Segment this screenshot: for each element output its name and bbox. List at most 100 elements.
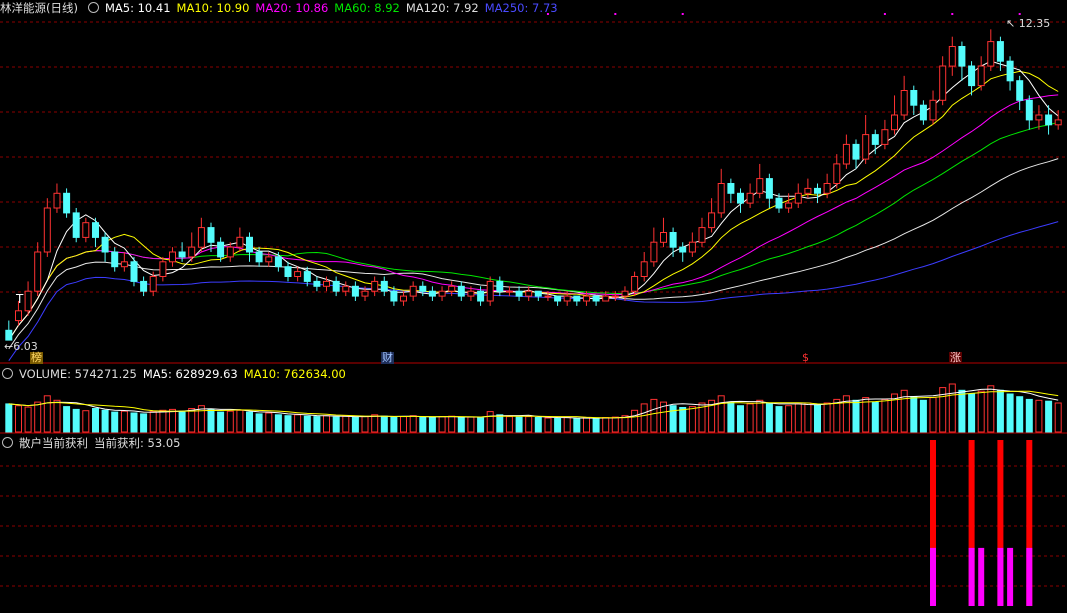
candle <box>1045 114 1053 126</box>
candle <box>140 280 148 292</box>
volume-bar <box>303 415 311 433</box>
volume-bar <box>958 389 966 433</box>
volume-bar <box>409 415 417 433</box>
candle <box>891 114 898 131</box>
volume-bar <box>814 404 821 433</box>
volume-bar <box>15 405 22 433</box>
volume-bar <box>929 397 937 433</box>
settings-icon[interactable] <box>87 2 99 13</box>
candle <box>111 251 119 268</box>
volume-bar <box>274 414 282 433</box>
volume-label: VOLUME: 574271.25 <box>19 367 137 381</box>
volume-bar <box>342 415 350 433</box>
chart-canvas[interactable] <box>0 0 1067 613</box>
high-price-label: ↖ 12.35 <box>1006 17 1051 30</box>
candle <box>34 251 42 292</box>
candle <box>332 280 340 292</box>
signal-dot <box>681 13 684 15</box>
candle <box>679 246 687 253</box>
candle <box>631 276 639 292</box>
volume-bar <box>265 412 273 433</box>
candle <box>72 212 80 238</box>
candle <box>1035 114 1043 121</box>
settings-icon[interactable] <box>2 368 13 379</box>
candle <box>939 65 947 101</box>
candle <box>919 104 927 121</box>
candle <box>130 261 138 282</box>
candle <box>207 227 215 243</box>
volume-bar <box>775 406 783 433</box>
volume-bar <box>573 417 581 433</box>
volume-bar <box>996 389 1004 433</box>
volume-bar <box>563 417 571 433</box>
candle <box>1054 119 1062 126</box>
candle <box>862 134 870 160</box>
signal-dot <box>951 13 954 15</box>
volume-header: VOLUME: 574271.25 MA5: 628929.63 MA10: 762… <box>0 366 352 382</box>
event-tag-bang[interactable]: 榜 <box>30 352 43 364</box>
signal-dot <box>1018 13 1021 15</box>
volume-bar <box>968 393 976 433</box>
volume-bar <box>554 417 562 433</box>
volume-bar <box>669 405 677 433</box>
candle <box>785 202 793 209</box>
settings-icon[interactable] <box>2 437 13 448</box>
candle <box>390 290 398 302</box>
candle <box>409 285 417 297</box>
candle <box>688 241 696 253</box>
candle <box>351 285 359 297</box>
volume-bar <box>438 416 446 433</box>
event-tag-cai[interactable]: 财 <box>381 352 394 364</box>
volume-bar <box>428 417 436 433</box>
candle <box>101 236 109 253</box>
candle <box>342 285 350 292</box>
candle <box>756 178 764 194</box>
volume-bar <box>496 414 504 433</box>
high-arrow-icon: ↖ <box>1006 17 1016 30</box>
volume-bar <box>294 414 302 433</box>
candle <box>1016 80 1024 101</box>
volume-bar <box>611 416 619 433</box>
candle <box>53 192 61 209</box>
candle <box>660 232 667 243</box>
candle <box>63 192 71 214</box>
stock-title[interactable]: 林洋能源(日线) <box>0 1 78 15</box>
candle <box>525 290 533 297</box>
volume-bar <box>149 411 157 433</box>
indicator-magenta-bar <box>1007 547 1014 606</box>
volume-bar <box>120 410 128 433</box>
candle <box>669 232 677 248</box>
ma60-label: MA60: 8.92 <box>334 1 400 15</box>
candle <box>881 129 889 145</box>
candle <box>5 329 13 341</box>
candle <box>380 280 388 292</box>
candle <box>159 261 167 277</box>
event-tag-zhang[interactable]: 涨 <box>949 352 962 364</box>
signal-dot <box>614 13 617 15</box>
candle <box>573 295 581 302</box>
volume-bar <box>24 406 32 433</box>
event-tag-dollar[interactable]: $ <box>801 352 810 364</box>
t-marker: T <box>16 292 24 306</box>
kline-chart-window[interactable]: 林洋能源(日线) MA5: 10.41 MA10: 10.90 MA20: 10.86… <box>0 0 1067 613</box>
candle <box>24 290 32 312</box>
ma250-label: MA250: 7.73 <box>484 1 558 15</box>
volume-bar <box>602 417 610 433</box>
candle <box>448 285 456 292</box>
candle <box>255 251 263 263</box>
volume-bar <box>207 408 215 433</box>
candle <box>765 178 773 199</box>
volume-bar <box>1006 393 1014 433</box>
ma20-line <box>8 94 1059 341</box>
volume-bar <box>140 413 148 433</box>
indicator-name[interactable]: 散户当前获利 <box>19 436 88 450</box>
volume-bar <box>746 403 754 433</box>
volume-bar <box>948 383 956 433</box>
volume-bar <box>544 417 552 433</box>
volume-bar <box>688 406 696 433</box>
candle <box>958 46 966 67</box>
candle <box>284 266 292 278</box>
candle <box>92 222 99 238</box>
candle <box>496 280 504 292</box>
candle <box>246 236 253 253</box>
